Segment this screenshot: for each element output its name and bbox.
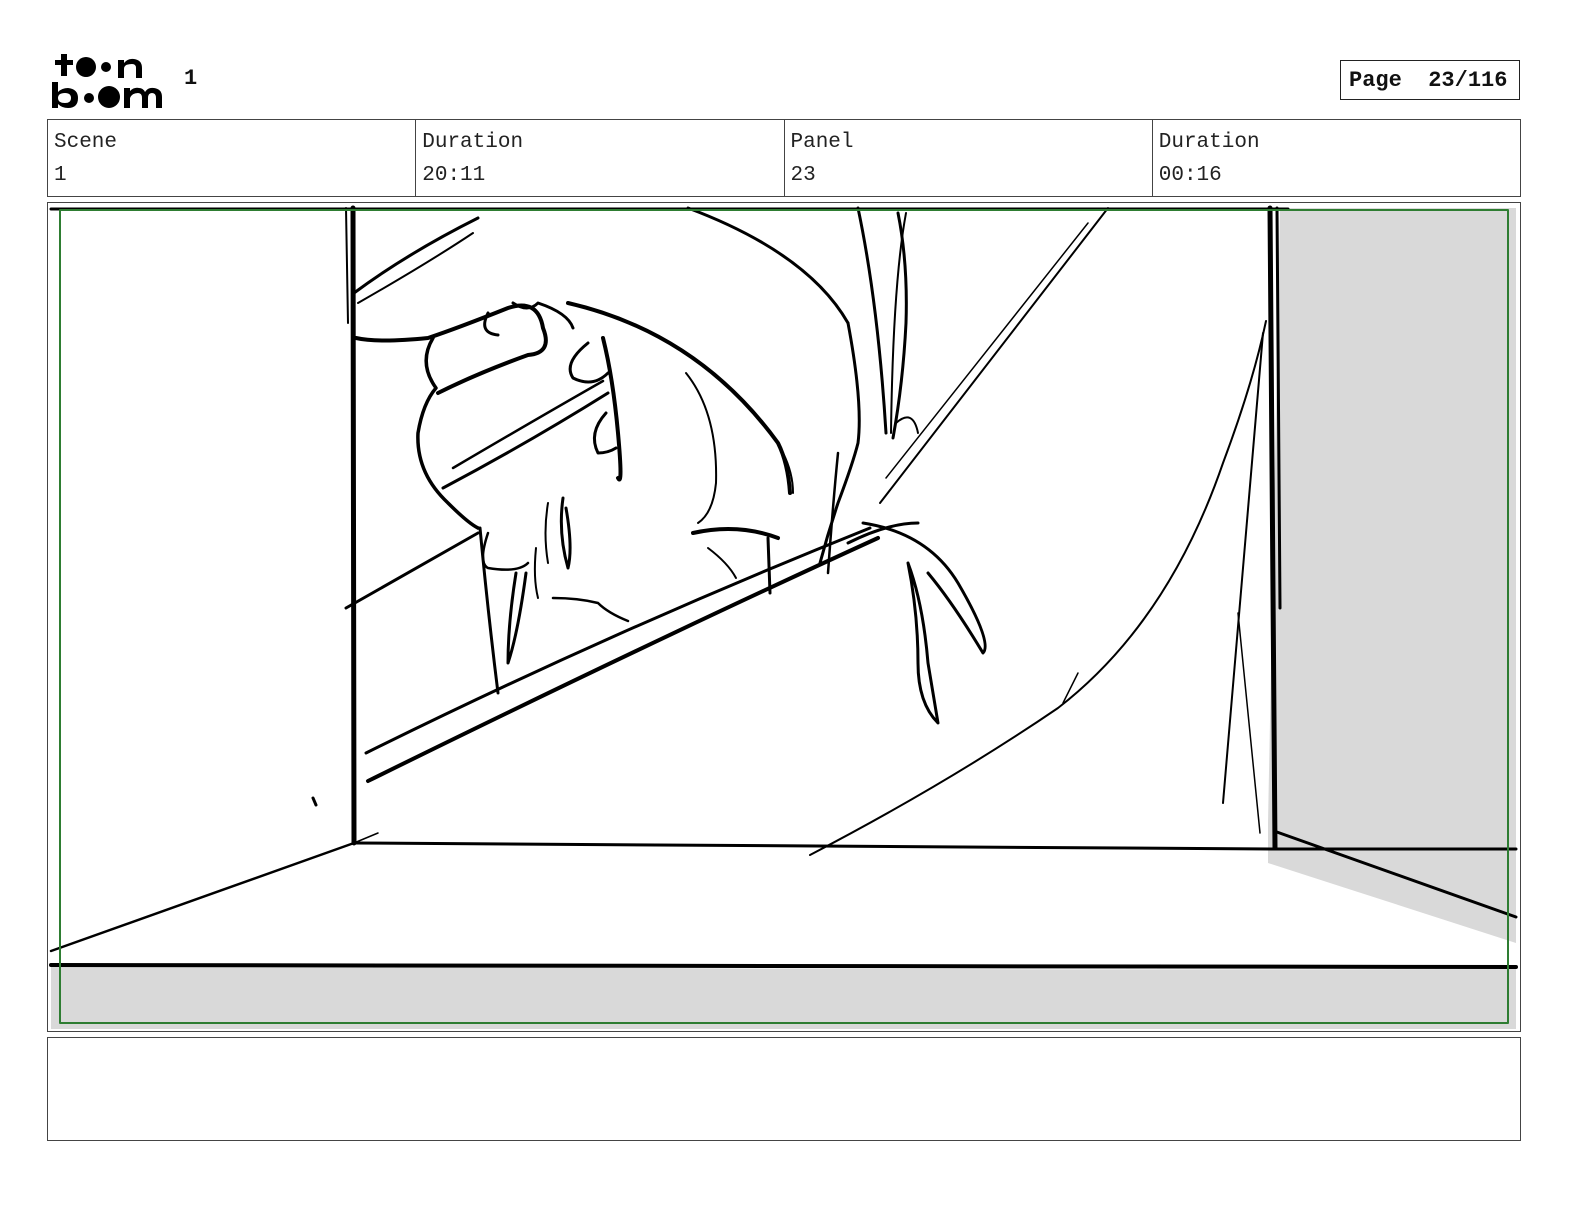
panel-sketch <box>49 205 1518 1029</box>
panel-value: 23 <box>790 164 816 187</box>
scene-number: 1 <box>184 66 198 91</box>
page-indicator: Page 23/116 <box>1340 60 1520 100</box>
scene-value: 1 <box>54 164 67 187</box>
panel-notes <box>47 1037 1521 1141</box>
scene-label: Scene <box>54 131 118 154</box>
toon-boom-logo <box>52 54 162 108</box>
page-label: Page <box>1349 67 1402 93</box>
panel-label: Panel <box>790 131 854 154</box>
scene-duration-cell: Duration 20:11 <box>416 120 785 196</box>
storyboard-panel <box>47 202 1521 1032</box>
panel-cell: Panel 23 <box>785 120 1153 196</box>
page-value: 23/116 <box>1428 67 1508 93</box>
floor-shadow <box>51 963 1516 1029</box>
scene-duration-value: 20:11 <box>422 164 486 187</box>
panel-duration-cell: Duration 00:16 <box>1153 120 1520 196</box>
panel-duration-label: Duration <box>1158 131 1260 154</box>
scene-info-table: Scene 1 Duration 20:11 Panel 23 Duration… <box>47 119 1521 197</box>
scene-duration-label: Duration <box>422 131 524 154</box>
scene-cell: Scene 1 <box>48 120 417 196</box>
right-wall-shadow <box>1268 208 1516 943</box>
panel-duration-value: 00:16 <box>1158 164 1222 187</box>
